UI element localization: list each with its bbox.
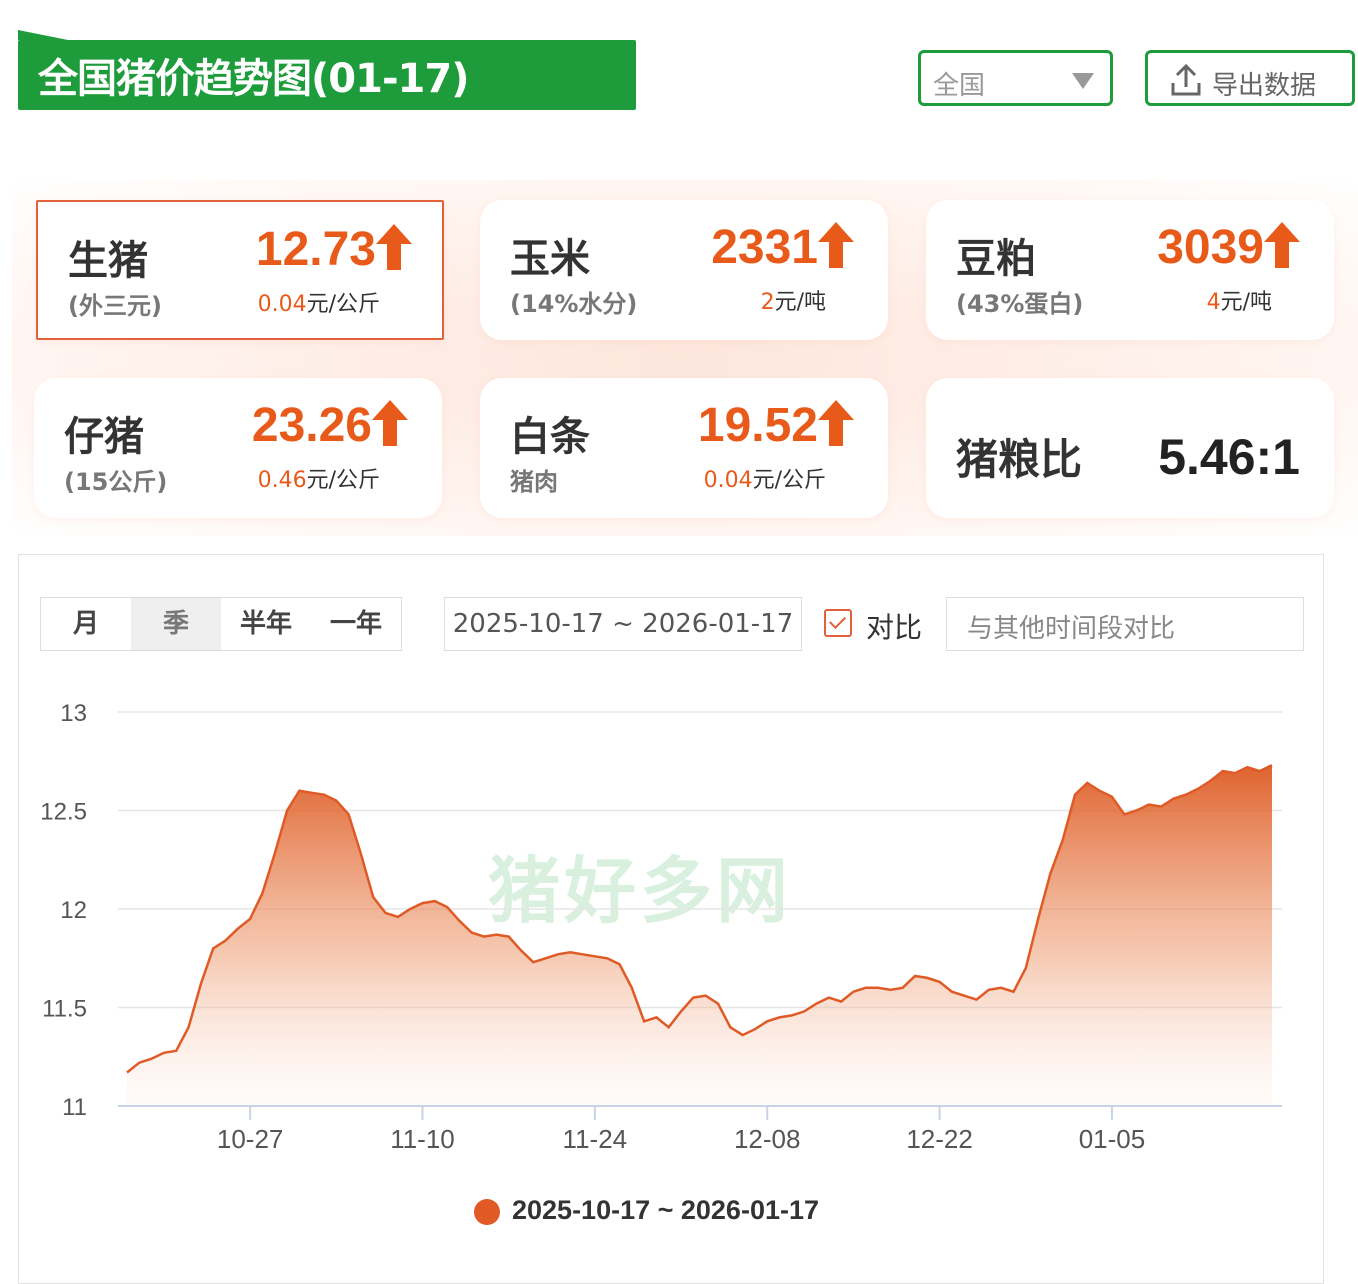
x-tick-label: 01-05 bbox=[1079, 1124, 1146, 1154]
y-tick-label: 13 bbox=[60, 700, 87, 727]
series-area bbox=[127, 765, 1272, 1106]
legend-label[interactable]: 2025-10-17 ~ 2026-01-17 bbox=[512, 1195, 819, 1226]
legend-dot[interactable] bbox=[474, 1199, 500, 1225]
x-tick-label: 12-22 bbox=[906, 1124, 973, 1154]
y-tick-label: 11 bbox=[62, 1094, 87, 1121]
x-tick-label: 10-27 bbox=[217, 1124, 284, 1154]
price-trend-chart: 13 12.5 12 11.5 11 10-27 11-10 11-24 12-08 12-22 0… bbox=[40, 700, 1282, 1154]
y-tick-label: 11.5 bbox=[42, 996, 87, 1023]
x-tick-label: 11-24 bbox=[563, 1124, 628, 1154]
x-tick-label: 12-08 bbox=[734, 1124, 801, 1154]
x-tick-label: 11-10 bbox=[390, 1124, 455, 1154]
y-tick-label: 12 bbox=[60, 897, 87, 924]
y-tick-label: 12.5 bbox=[40, 799, 87, 826]
